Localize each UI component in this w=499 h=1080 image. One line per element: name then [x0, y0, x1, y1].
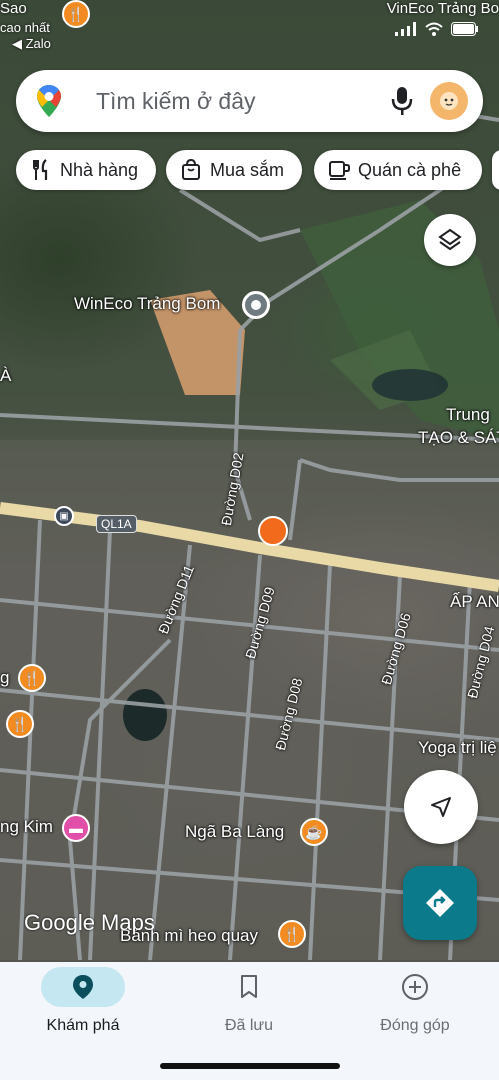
hotel-pin-icon[interactable]: ▬: [62, 814, 90, 842]
back-to-zalo[interactable]: ◀ Zalo: [12, 36, 51, 52]
nav-label: Đã lưu: [224, 1017, 274, 1034]
place-label-nga-ba-lang[interactable]: Ngã Ba Làng: [185, 822, 284, 842]
status-icons: [395, 22, 479, 36]
directions-icon: [426, 889, 454, 917]
place-label-yoga[interactable]: Yoga trị liệ: [418, 738, 497, 758]
home-indicator[interactable]: [160, 1063, 340, 1069]
nav-active-pill: [41, 967, 125, 1007]
status-text-left-2: cao nhất: [0, 20, 50, 35]
restaurant-pin-icon[interactable]: 🍴: [278, 920, 306, 948]
place-label-tao-sat: TẠO & SÁT: [418, 428, 499, 447]
search-bar[interactable]: Tìm kiếm ở đây: [16, 70, 483, 132]
chip-label: Nhà hàng: [60, 159, 139, 180]
signal-icon: [395, 22, 416, 36]
google-maps-watermark: Google Maps: [24, 910, 155, 935]
bookmark-icon: [241, 975, 257, 998]
place-label-left-a: À: [0, 366, 12, 385]
layers-button[interactable]: [424, 214, 476, 266]
selected-place-pin[interactable]: [258, 516, 288, 546]
place-label-trung: Trung: [446, 405, 490, 424]
pin-dot-icon: [251, 300, 261, 310]
navigation-arrow-icon: [431, 797, 451, 817]
chip-coffee[interactable]: Quán cà phê: [314, 150, 482, 190]
coffee-pin-icon[interactable]: ☕: [300, 818, 328, 846]
chip-label: Quán cà phê: [358, 159, 462, 180]
bus-stop-icon[interactable]: ▣: [54, 506, 74, 526]
avatar[interactable]: [430, 82, 468, 120]
nav-pill: [373, 967, 457, 1007]
google-maps-logo-icon: [37, 85, 61, 117]
nav-label: Khám phá: [46, 1017, 120, 1034]
coffee-icon: [329, 161, 350, 180]
nav-saved[interactable]: Đã lưu: [166, 962, 332, 1052]
place-pin-wineco[interactable]: [242, 291, 270, 319]
wifi-icon: [425, 22, 443, 36]
shopping-bag-icon: [182, 159, 200, 180]
battery-icon: [451, 22, 478, 36]
chip-restaurants[interactable]: Nhà hàng: [16, 150, 156, 190]
restaurant-pin-icon[interactable]: 🍴: [6, 710, 34, 738]
explore-pin-icon: [73, 975, 93, 999]
place-label-kim[interactable]: ng Kim: [0, 817, 53, 837]
place-label-ap-an: ẤP AN: [450, 592, 499, 611]
nav-label: Đóng góp: [380, 1017, 450, 1034]
layers-icon: [438, 228, 462, 251]
avatar-image-icon: [440, 92, 458, 110]
my-location-button[interactable]: [404, 770, 478, 844]
directions-button[interactable]: [403, 866, 477, 940]
nav-contribute[interactable]: Đóng góp: [332, 962, 498, 1052]
status-bar: Sao cao nhất ◀ Zalo VinEco Trảng Bo: [0, 0, 499, 52]
place-label-wineco[interactable]: WinEco Trảng Bom: [74, 294, 220, 314]
restaurant-icon: [33, 159, 48, 180]
mic-icon[interactable]: [390, 86, 414, 116]
status-text-left: Sao: [0, 0, 27, 17]
place-label-left-g: g: [0, 668, 10, 687]
nav-explore[interactable]: Khám phá: [0, 962, 166, 1052]
nav-pill: [207, 967, 291, 1007]
chip-shopping[interactable]: Mua sắm: [166, 150, 302, 190]
add-circle-icon: [402, 974, 428, 1000]
search-placeholder[interactable]: Tìm kiếm ở đây: [96, 88, 256, 115]
chip-more[interactable]: [492, 150, 499, 190]
restaurant-pin-icon[interactable]: 🍴: [18, 664, 46, 692]
highway-shield-ql1a: QL1A: [96, 515, 137, 533]
chip-label: Mua sắm: [210, 159, 285, 180]
status-text-right: VinEco Trảng Bo: [386, 0, 499, 17]
